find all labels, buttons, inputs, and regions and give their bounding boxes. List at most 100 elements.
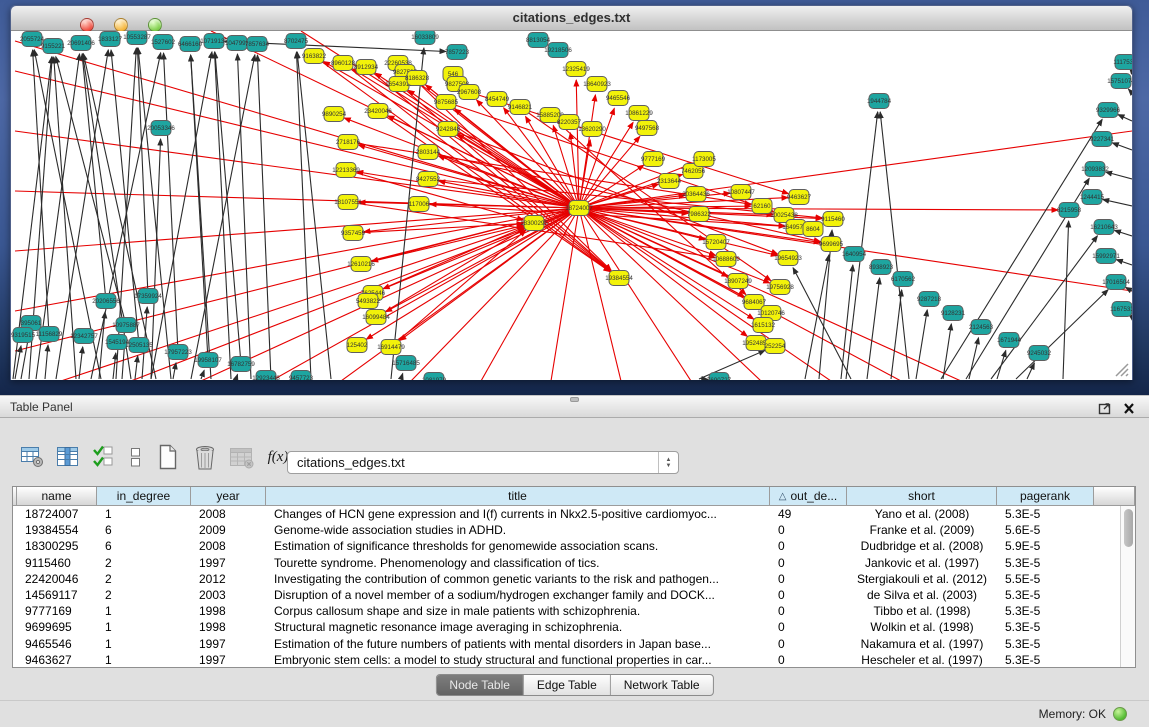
table-options-icon[interactable]: [16, 442, 50, 472]
graph-edge[interactable]: [1016, 290, 1108, 379]
graph-edge[interactable]: [82, 54, 106, 301]
column-header-pagerank[interactable]: pagerank: [997, 487, 1094, 506]
node-table[interactable]: namein_degreeyeartitle△out_de...shortpag…: [12, 486, 1136, 668]
column-header-short[interactable]: short: [847, 487, 997, 506]
graph-edge[interactable]: [997, 351, 1006, 379]
table-cell[interactable]: 2003: [191, 588, 266, 602]
graph-edge[interactable]: [579, 208, 761, 380]
network-graph-svg[interactable]: 1872400718300295193845549163822896012889…: [11, 31, 1132, 380]
graph-edge[interactable]: [15, 191, 579, 208]
table-cell[interactable]: 1997: [191, 556, 266, 570]
graph-edge[interactable]: [941, 119, 1102, 379]
table-cell[interactable]: Investigating the contribution of common…: [266, 572, 770, 586]
table-row[interactable]: 969969511998Structural magnetic resonanc…: [13, 619, 1120, 635]
table-cell[interactable]: 2: [97, 556, 191, 570]
table-row[interactable]: 1872400712008Changes of HCN gene express…: [13, 506, 1120, 522]
graph-edge[interactable]: [579, 208, 621, 380]
table-cell[interactable]: 5.3E-5: [997, 556, 1094, 570]
graph-edge[interactable]: [969, 338, 979, 379]
table-cell[interactable]: 0: [770, 637, 847, 651]
graph-edge[interactable]: [841, 265, 853, 379]
table-cell[interactable]: 0: [770, 523, 847, 537]
table-cell[interactable]: 5.3E-5: [997, 653, 1094, 667]
table-cell[interactable]: 1997: [191, 653, 266, 667]
table-cell[interactable]: 1: [97, 637, 191, 651]
table-cell[interactable]: Jankovic et al. (1997): [847, 556, 997, 570]
table-row[interactable]: 946362711997Embryonic stem cells: a mode…: [13, 652, 1120, 667]
graph-edge[interactable]: [943, 324, 951, 379]
table-cell[interactable]: 2: [97, 572, 191, 586]
table-selector-dropdown[interactable]: citations_edges.txt ▲▼: [287, 451, 679, 474]
graph-edge[interactable]: [391, 48, 424, 379]
graph-edge[interactable]: [236, 374, 238, 379]
table-cell[interactable]: Estimation of the future numbers of pati…: [266, 637, 770, 651]
table-cell[interactable]: 18724007: [17, 507, 97, 521]
table-cell[interactable]: 19384554: [17, 523, 97, 537]
table-cell[interactable]: Corpus callosum shape and size in male p…: [266, 604, 770, 618]
float-window-icon[interactable]: [1097, 400, 1113, 416]
tab-node-table[interactable]: Node Table: [436, 675, 524, 695]
table-cell[interactable]: 14569117: [17, 588, 97, 602]
table-cell[interactable]: 1: [97, 653, 191, 667]
graph-edge[interactable]: [880, 112, 909, 379]
graph-edge[interactable]: [137, 48, 148, 296]
column-visibility-icon[interactable]: [50, 442, 86, 472]
table-row[interactable]: 977716911998Corpus callosum shape and si…: [13, 603, 1120, 619]
row-height-icon[interactable]: [119, 442, 150, 472]
graph-edge[interactable]: [579, 208, 901, 380]
table-row[interactable]: 1456911722003Disruption of a novel membe…: [13, 587, 1120, 603]
table-cell[interactable]: 1: [97, 604, 191, 618]
table-cell[interactable]: Genome-wide association studies in ADHD.: [266, 523, 770, 537]
graph-edge[interactable]: [846, 112, 878, 379]
graph-edge[interactable]: [297, 52, 331, 379]
window-titlebar[interactable]: citations_edges.txt: [11, 6, 1132, 31]
graph-edge[interactable]: [1063, 221, 1069, 379]
graph-edge[interactable]: [237, 54, 251, 379]
close-panel-icon[interactable]: [1121, 400, 1137, 416]
table-cell[interactable]: Structural magnetic resonance image aver…: [266, 620, 770, 634]
table-cell[interactable]: 0: [770, 653, 847, 667]
graph-edge[interactable]: [271, 208, 579, 380]
graph-edge[interactable]: [191, 55, 208, 360]
table-cell[interactable]: 0: [770, 556, 847, 570]
graph-edge[interactable]: [296, 52, 311, 379]
table-cell[interactable]: 5.3E-5: [997, 620, 1094, 634]
graph-edge[interactable]: [579, 208, 961, 380]
graph-edge[interactable]: [805, 255, 829, 379]
graph-edge[interactable]: [579, 131, 1132, 208]
table-cell[interactable]: Dudbridge et al. (2008): [847, 539, 997, 553]
table-cell[interactable]: 2012: [191, 572, 266, 586]
memory-ok-indicator-icon[interactable]: [1113, 707, 1127, 721]
graph-edge[interactable]: [916, 310, 927, 379]
column-header-out_de[interactable]: △out_de...: [770, 487, 847, 506]
table-cell[interactable]: 49: [770, 507, 847, 521]
table-cell[interactable]: Tibbo et al. (1998): [847, 604, 997, 618]
table-cell[interactable]: 2008: [191, 507, 266, 521]
table-cell[interactable]: 1998: [191, 620, 266, 634]
splitter-handle-icon[interactable]: [570, 397, 579, 402]
table-cell[interactable]: Tourette syndrome. Phenomenology and cla…: [266, 556, 770, 570]
graph-edge[interactable]: [173, 363, 176, 379]
table-cell[interactable]: 0: [770, 539, 847, 553]
graph-edge[interactable]: [373, 227, 524, 293]
graph-edge[interactable]: [1114, 230, 1132, 236]
table-cell[interactable]: 1: [97, 620, 191, 634]
table-cell[interactable]: 5.9E-5: [997, 539, 1094, 553]
column-header-year[interactable]: year: [191, 487, 266, 506]
graph-edge[interactable]: [1112, 143, 1132, 150]
graph-edge[interactable]: [891, 290, 902, 379]
graph-edge[interactable]: [135, 356, 138, 379]
graph-edge[interactable]: [201, 370, 204, 379]
table-cell[interactable]: 1998: [191, 604, 266, 618]
table-cell[interactable]: 5.3E-5: [997, 637, 1094, 651]
table-cell[interactable]: Yano et al. (2008): [847, 507, 997, 521]
graph-edge[interactable]: [378, 111, 610, 272]
scrollbar-thumb[interactable]: [1124, 509, 1133, 547]
graph-edge[interactable]: [1128, 89, 1132, 93]
table-cell[interactable]: 2009: [191, 523, 266, 537]
table-row[interactable]: 911546021997Tourette syndrome. Phenomeno…: [13, 555, 1120, 571]
table-row[interactable]: 946554611997Estimation of the future num…: [13, 636, 1120, 652]
table-cell[interactable]: 1: [97, 507, 191, 521]
table-body[interactable]: 1872400712008Changes of HCN gene express…: [13, 506, 1120, 667]
delete-table-icon[interactable]: [186, 442, 223, 472]
